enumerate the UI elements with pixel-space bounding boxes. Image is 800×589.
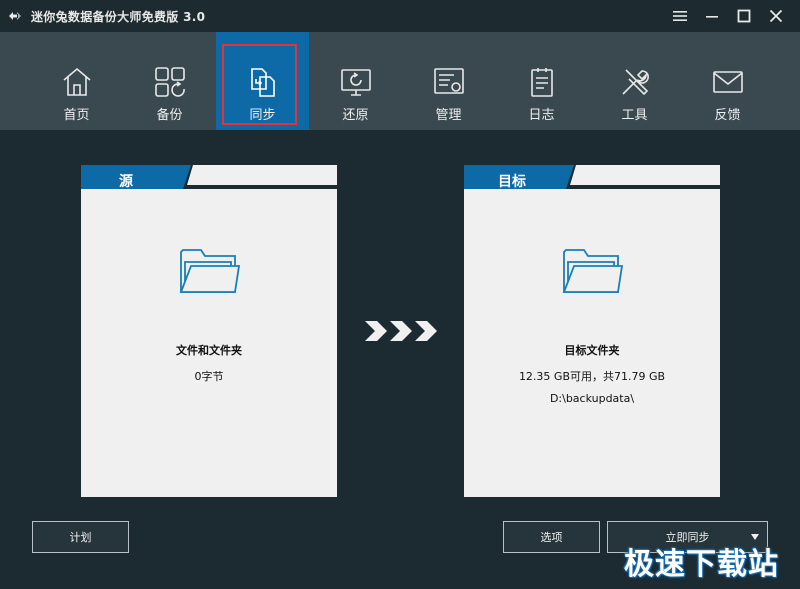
close-button[interactable] [760, 0, 792, 32]
target-panel[interactable]: 目标 目标文件夹 12.35 GB可用，共71.79 GB D:\backupd… [464, 165, 720, 497]
nav-manage-label: 管理 [435, 108, 462, 123]
nav-backup-label: 备份 [156, 108, 183, 123]
home-icon [60, 65, 94, 99]
nav-home-label: 首页 [63, 108, 90, 123]
schedule-button-label: 计划 [69, 531, 92, 544]
target-space: 12.35 GB可用，共71.79 GB [518, 370, 666, 383]
nav-tools[interactable]: 工具 [588, 32, 681, 130]
maximize-button[interactable] [728, 0, 760, 32]
window-title: 迷你兔数据备份大师免费版 3.0 [31, 9, 206, 24]
minitool-logo-icon [9, 12, 21, 20]
close-icon [769, 9, 783, 23]
main-toolbar: 首页 备份 同步 还原 管理 日志 工具 反馈 [0, 32, 800, 130]
nav-restore[interactable]: 还原 [309, 32, 402, 130]
log-icon [525, 65, 559, 99]
source-size: 0字节 [194, 370, 224, 383]
nav-tools-label: 工具 [621, 108, 648, 123]
source-panel[interactable]: 源 文件和文件夹 0字节 [81, 165, 337, 497]
target-panel-header: 目标 [464, 165, 720, 197]
minimize-button[interactable] [696, 0, 728, 32]
highlight-box [222, 44, 297, 125]
schedule-button[interactable]: 计划 [32, 521, 129, 553]
feedback-icon [711, 65, 745, 99]
target-header-label: 目标 [498, 174, 526, 190]
maximize-icon [737, 9, 751, 23]
menu-button[interactable] [664, 0, 696, 32]
nav-manage[interactable]: 管理 [402, 32, 495, 130]
title-bar: 迷你兔数据备份大师免费版 3.0 [0, 0, 800, 32]
options-button[interactable]: 选项 [503, 521, 600, 553]
nav-restore-label: 还原 [342, 108, 369, 123]
triple-arrow-icon [365, 321, 437, 341]
nav-log[interactable]: 日志 [495, 32, 588, 130]
nav-log-label: 日志 [528, 108, 555, 123]
nav-sync[interactable]: 同步 [216, 32, 309, 130]
folder-icon [179, 249, 241, 293]
target-path: D:\backupdata\ [549, 392, 635, 405]
window-controls [664, 0, 792, 32]
backup-icon [153, 65, 187, 99]
minimize-icon [706, 16, 718, 18]
nav-feedback[interactable]: 反馈 [681, 32, 774, 130]
manage-icon [432, 65, 466, 99]
source-header-label: 源 [119, 174, 133, 190]
options-button-label: 选项 [540, 531, 563, 544]
tools-icon [618, 65, 652, 99]
nav-backup[interactable]: 备份 [123, 32, 216, 130]
folder-icon [562, 249, 624, 293]
restore-icon [339, 65, 373, 99]
nav-home[interactable]: 首页 [30, 32, 123, 130]
source-panel-header: 源 [81, 165, 337, 197]
hamburger-icon [673, 11, 687, 21]
source-title: 文件和文件夹 [176, 344, 242, 357]
target-title: 目标文件夹 [564, 344, 620, 357]
nav-feedback-label: 反馈 [714, 108, 741, 123]
watermark: 极速下载站 [624, 547, 779, 582]
